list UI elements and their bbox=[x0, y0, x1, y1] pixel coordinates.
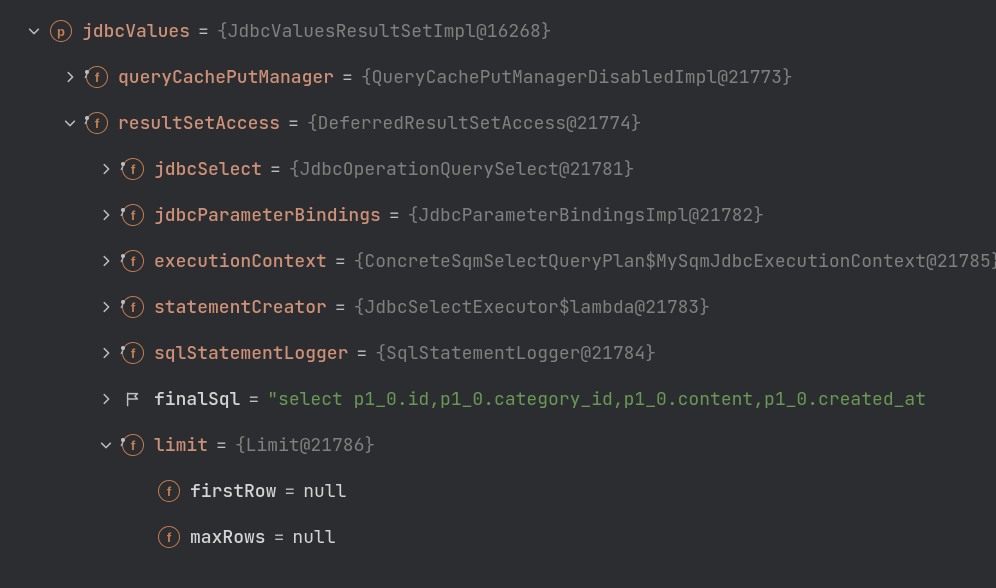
variable-value: null bbox=[292, 526, 335, 549]
variable-name: firstRow bbox=[190, 480, 276, 503]
chevron-right-icon[interactable] bbox=[96, 251, 116, 271]
variable-row[interactable]: f jdbcParameterBindings = {JdbcParameterBin… bbox=[0, 192, 996, 238]
variable-name: limit bbox=[154, 434, 208, 457]
equals-sign: = bbox=[248, 388, 259, 411]
variable-row[interactable]: f executionContext = {ConcreteSqmSelectQuer… bbox=[0, 238, 996, 284]
chevron-down-icon[interactable] bbox=[96, 435, 116, 455]
chevron-right-icon[interactable] bbox=[96, 389, 116, 409]
chevron-right-icon[interactable] bbox=[96, 297, 116, 317]
field-pinned-icon: f bbox=[122, 250, 144, 272]
variable-row[interactable]: f resultSetAccess = {DeferredResultSetAcces… bbox=[0, 100, 996, 146]
variable-value: {Limit@21786} bbox=[235, 434, 375, 457]
field-pinned-icon: f bbox=[122, 296, 144, 318]
variable-row[interactable]: f sqlStatementLogger = {SqlStatementLogger@… bbox=[0, 330, 996, 376]
variable-name: finalSql bbox=[154, 388, 240, 411]
variable-value: {JdbcValuesResultSetImpl@16268} bbox=[217, 20, 552, 43]
field-pinned-icon: f bbox=[86, 112, 108, 134]
variable-name: jdbcParameterBindings bbox=[154, 204, 381, 227]
chevron-right-icon[interactable] bbox=[96, 205, 116, 225]
variable-value: {ConcreteSqmSelectQueryPlan$MySqmJdbcExe… bbox=[354, 250, 996, 273]
equals-sign: = bbox=[288, 112, 299, 135]
flag-icon bbox=[122, 388, 144, 410]
property-icon: p bbox=[50, 20, 72, 42]
debugger-variables-tree: p jdbcValues = {JdbcValuesResultSetImpl@162… bbox=[0, 0, 996, 560]
variable-name: jdbcValues bbox=[82, 20, 190, 43]
variable-value: {JdbcSelectExecutor$lambda@21783} bbox=[354, 296, 710, 319]
variable-row[interactable]: f statementCreator = {JdbcSelectExecutor$la… bbox=[0, 284, 996, 330]
chevron-right-icon[interactable] bbox=[96, 159, 116, 179]
equals-sign: = bbox=[342, 66, 353, 89]
chevron-right-icon[interactable] bbox=[60, 67, 80, 87]
variable-name: queryCachePutManager bbox=[118, 66, 334, 89]
equals-sign: = bbox=[356, 342, 367, 365]
variable-row[interactable]: f queryCachePutManager = {QueryCachePutMana… bbox=[0, 54, 996, 100]
variable-name: sqlStatementLogger bbox=[154, 342, 348, 365]
variable-value: {QueryCachePutManagerDisabledImpl@21773} bbox=[361, 66, 793, 89]
equals-sign: = bbox=[389, 204, 400, 227]
field-icon: f bbox=[158, 480, 180, 502]
field-icon: f bbox=[158, 526, 180, 548]
equals-sign: = bbox=[274, 526, 285, 549]
equals-sign: = bbox=[284, 480, 295, 503]
variable-name: executionContext bbox=[154, 250, 327, 273]
chevron-down-icon[interactable] bbox=[24, 21, 44, 41]
equals-sign: = bbox=[216, 434, 227, 457]
field-pinned-icon: f bbox=[122, 204, 144, 226]
variable-value: {SqlStatementLogger@21784} bbox=[375, 342, 656, 365]
equals-sign: = bbox=[335, 296, 346, 319]
variable-name: statementCreator bbox=[154, 296, 327, 319]
variable-name: resultSetAccess bbox=[118, 112, 280, 135]
variable-name: jdbcSelect bbox=[154, 158, 262, 181]
field-pinned-icon: f bbox=[86, 66, 108, 88]
variable-name: maxRows bbox=[190, 526, 266, 549]
variable-row[interactable]: p jdbcValues = {JdbcValuesResultSetImpl@162… bbox=[0, 8, 996, 54]
variable-value: null bbox=[303, 480, 346, 503]
variable-row[interactable]: flimit = {Limit@21786} bbox=[0, 422, 996, 468]
variable-row[interactable]: f firstRow = null bbox=[0, 468, 996, 514]
chevron-down-icon[interactable] bbox=[60, 113, 80, 133]
equals-sign: = bbox=[270, 158, 281, 181]
variable-row[interactable]: finalSql = "select p1_0.id,p1_0.category_i… bbox=[0, 376, 996, 422]
variable-row[interactable]: f maxRows = null bbox=[0, 514, 996, 560]
variable-value: "select p1_0.id,p1_0.category_id,p1_0.co… bbox=[267, 388, 926, 411]
equals-sign: = bbox=[335, 250, 346, 273]
equals-sign: = bbox=[198, 20, 209, 43]
variable-value: {JdbcParameterBindingsImpl@21782} bbox=[408, 204, 764, 227]
field-pinned-icon: f bbox=[122, 434, 144, 456]
field-pinned-icon: f bbox=[122, 342, 144, 364]
chevron-right-icon[interactable] bbox=[96, 343, 116, 363]
field-pinned-icon: f bbox=[122, 158, 144, 180]
variable-value: {DeferredResultSetAccess@21774} bbox=[307, 112, 642, 135]
variable-value: {JdbcOperationQuerySelect@21781} bbox=[289, 158, 635, 181]
variable-row[interactable]: f jdbcSelect = {JdbcOperationQuerySelect@21… bbox=[0, 146, 996, 192]
